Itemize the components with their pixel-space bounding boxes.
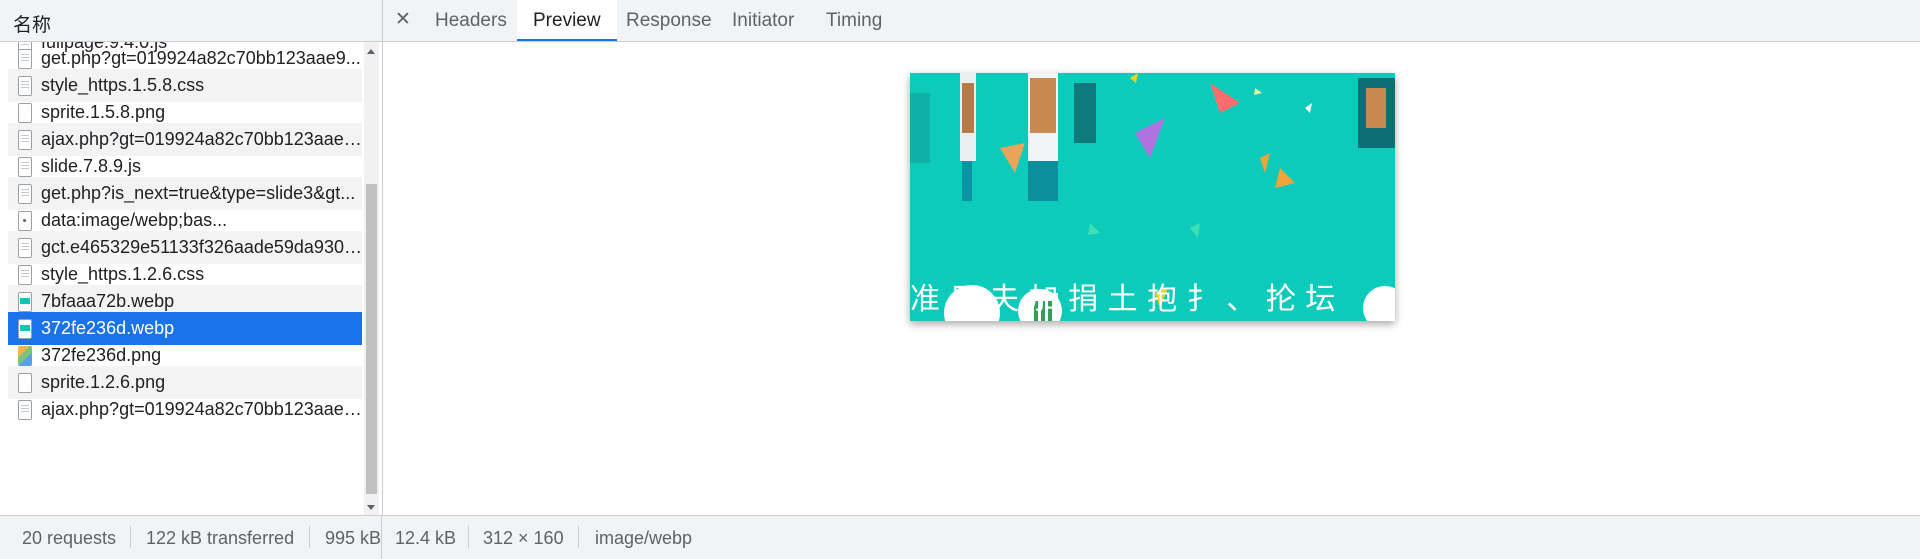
data-uri-icon: [18, 210, 32, 231]
scroll-up-arrow-icon[interactable]: [367, 49, 375, 54]
webp-image-icon: [18, 318, 32, 339]
status-divider: [130, 526, 131, 548]
request-name: sprite.1.2.6.png: [41, 372, 166, 392]
captcha-image-graphic: 准 只 夫 加 捐 土 抱 扌 、 抡 坛: [910, 73, 1395, 321]
document-icon: [18, 237, 32, 258]
request-name: get.php?is_next=true&type=slide3&gt...: [41, 183, 356, 203]
document-icon: [18, 129, 32, 150]
status-divider: [578, 526, 579, 548]
request-name: slide.7.8.9.js: [41, 156, 142, 176]
document-icon: [18, 264, 32, 285]
image-preview: 准 只 夫 加 捐 土 抱 扌 、 抡 坛: [910, 73, 1395, 321]
request-name: style_https.1.5.8.css: [41, 75, 205, 95]
tab-headers[interactable]: Headers: [419, 0, 523, 41]
request-row[interactable]: ajax.php?gt=019924a82c70bb123aae9...: [8, 393, 362, 426]
request-list-scrollbar[interactable]: [364, 42, 379, 515]
status-divider: [468, 526, 469, 548]
document-icon: [18, 48, 32, 69]
image-file-size: 12.4 kB: [395, 528, 457, 548]
devtools-network-panel: 名称 fullpage.9.4.0.js get.php?gt=019924a8…: [0, 0, 1920, 559]
status-divider: [309, 526, 310, 548]
request-name: gct.e465329e51133f326aade59da930c...: [41, 237, 362, 257]
resources-size: 995 kB: [325, 528, 382, 548]
image-file-icon: [18, 102, 32, 123]
captcha-overlay-text: 准 只 夫 加 捐 土 抱 扌 、 抡 坛: [910, 282, 1335, 317]
scroll-down-arrow-icon[interactable]: [367, 505, 375, 510]
image-mime-type: image/webp: [595, 528, 693, 548]
request-name: 372fe236d.webp: [41, 318, 175, 338]
detail-tab-bar: ✕ Headers Preview Response Initiator Tim…: [383, 0, 1920, 42]
column-header-name[interactable]: 名称: [13, 10, 51, 37]
image-dimensions: 312 × 160: [483, 528, 564, 548]
status-bar: 20 requests 122 kB transferred 995 kB 12…: [0, 515, 1920, 559]
document-icon: [18, 75, 32, 96]
png-image-icon: [18, 345, 32, 366]
request-name: 372fe236d.png: [41, 345, 162, 365]
request-name: ajax.php?gt=019924a82c70bb123aae9...: [41, 129, 362, 149]
request-count: 20 requests: [22, 528, 117, 548]
webp-image-icon: [18, 291, 32, 312]
document-icon: [18, 399, 32, 420]
tab-preview[interactable]: Preview: [517, 0, 617, 41]
tab-response[interactable]: Response: [610, 0, 728, 41]
tab-timing[interactable]: Timing: [810, 0, 898, 41]
request-name: ajax.php?gt=019924a82c70bb123aae9...: [41, 399, 362, 419]
request-name: data:image/webp;bas...: [41, 210, 228, 230]
request-list: fullpage.9.4.0.js get.php?gt=019924a82c7…: [8, 42, 362, 515]
request-list-header: 名称: [0, 0, 382, 42]
scrollbar-thumb[interactable]: [366, 184, 377, 494]
request-name: sprite.1.5.8.png: [41, 102, 166, 122]
request-list-pane: 名称 fullpage.9.4.0.js get.php?gt=019924a8…: [0, 0, 383, 559]
document-icon: [18, 156, 32, 177]
status-summary: 20 requests 122 kB transferred 995 kB: [0, 516, 382, 559]
image-file-icon: [18, 372, 32, 393]
request-name: get.php?gt=019924a82c70bb123aae9...: [41, 48, 361, 68]
preview-panel: 准 只 夫 加 捐 土 抱 扌 、 抡 坛: [383, 42, 1920, 515]
document-icon: [18, 183, 32, 204]
request-name: style_https.1.2.6.css: [41, 264, 205, 284]
transferred-size: 122 kB transferred: [146, 528, 295, 548]
request-name: 7bfaaa72b.webp: [41, 291, 175, 311]
tab-initiator[interactable]: Initiator: [716, 0, 810, 41]
close-icon[interactable]: ✕: [395, 8, 411, 31]
